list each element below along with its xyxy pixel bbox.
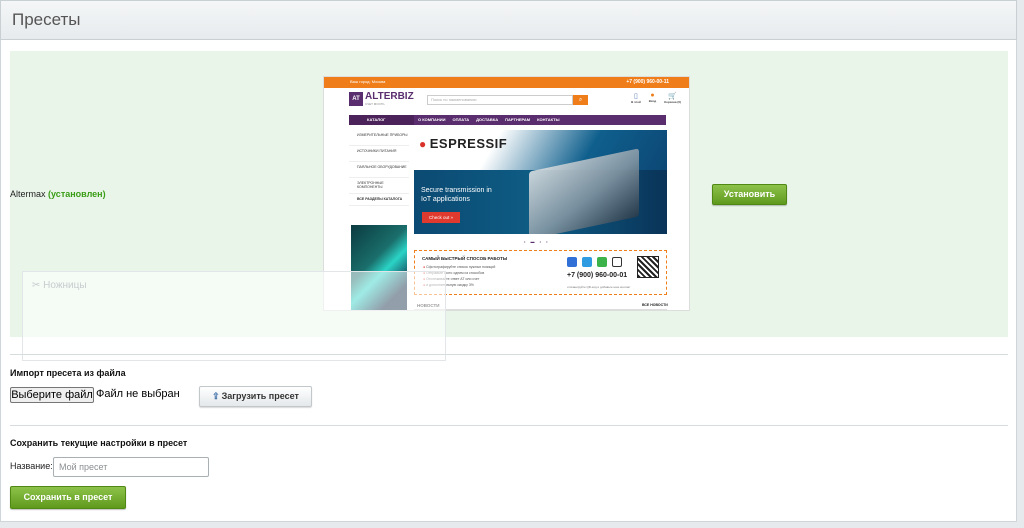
preview-logo-text: ALTERBIZ bbox=[365, 91, 414, 102]
scissors-icon: Ножницы bbox=[32, 280, 86, 291]
title-bar: Пресеты bbox=[0, 0, 1017, 40]
preview-nav-catalog: КАТАЛОГ bbox=[349, 115, 414, 125]
preview-messenger-icon bbox=[567, 257, 577, 267]
preview-qr-code bbox=[637, 256, 659, 278]
preview-sms-icon bbox=[612, 257, 622, 267]
preview-user-icon: ● Вход bbox=[648, 92, 657, 103]
upload-icon: ⇪ bbox=[212, 391, 220, 401]
install-button[interactable]: Установить bbox=[712, 184, 787, 205]
choose-file-button[interactable]: Выберите файл bbox=[10, 387, 94, 403]
preview-search: Поиск по наименованию bbox=[427, 95, 573, 105]
preview-whatsapp-icon bbox=[597, 257, 607, 267]
page-title: Пресеты bbox=[12, 10, 81, 29]
import-section-title: Импорт пресета из файла bbox=[10, 368, 126, 378]
preview-info-box: САМЫЙ БЫСТРЫЙ СПОСОБ РАБОТЫ Сфотографиру… bbox=[414, 250, 667, 295]
preview-region: Ваш город: Москва bbox=[350, 79, 386, 84]
preset-title: Altermax bbox=[10, 189, 46, 199]
preview-banner-cta: Check out » bbox=[422, 212, 460, 223]
preview-slider-dots: • ▬ • • bbox=[524, 239, 550, 244]
save-section-title: Сохранить текущие настройки в пресет bbox=[10, 438, 188, 448]
preview-header-icons: ▯ В этой ● Вход 🛒 Корзина (0) bbox=[631, 92, 681, 104]
preview-telegram-icon bbox=[582, 257, 592, 267]
preset-name-label: Название: bbox=[10, 461, 53, 471]
preview-banner-brand: ESPRESSIF bbox=[419, 136, 507, 151]
divider bbox=[10, 354, 1008, 355]
divider bbox=[10, 425, 1008, 426]
preview-search-icon: ⌕ bbox=[573, 95, 588, 105]
main-panel: Altermax (установлен) Ваш город: Москва … bbox=[0, 40, 1017, 522]
preview-nav-links: О КОМПАНИИ ОПЛАТА ДОСТАВКА ПАРТНЕРАМ КОН… bbox=[418, 117, 560, 122]
upload-preset-button[interactable]: ⇪ Загрузить пресет bbox=[199, 386, 312, 407]
preset-status-badge: (установлен) bbox=[48, 189, 106, 199]
preview-sidebar: ИЗМЕРИТЕЛЬНЫЕ ПРИБОРЫ ИСТОЧНИКИ ПИТАНИЯ … bbox=[349, 130, 409, 206]
preview-nav: КАТАЛОГ О КОМПАНИИ ОПЛАТА ДОСТАВКА ПАРТН… bbox=[324, 115, 689, 125]
preview-phone: +7 (900) 960-00-11 bbox=[626, 79, 669, 85]
preview-logo-sub: СЧЕТ МОСТЬ bbox=[365, 102, 385, 106]
scissors-tool-ghost: Ножницы bbox=[22, 271, 446, 361]
save-preset-button[interactable]: Сохранить в пресет bbox=[10, 486, 126, 509]
preview-logo-icon: AT bbox=[349, 92, 363, 106]
file-status-text: Файл не выбран bbox=[96, 388, 180, 400]
preview-header: AT ALTERBIZ СЧЕТ МОСТЬ Поиск по наименов… bbox=[324, 88, 689, 110]
preview-compare-icon: ▯ В этой bbox=[631, 93, 641, 104]
preview-banner-text: Secure transmission in IoT applications bbox=[421, 187, 492, 203]
preset-name-input[interactable] bbox=[53, 457, 209, 477]
preview-banner: ESPRESSIF Secure transmission in IoT app… bbox=[414, 130, 667, 234]
preview-cart-icon: 🛒 Корзина (0) bbox=[664, 93, 681, 104]
preset-name: Altermax (установлен) bbox=[10, 189, 106, 199]
preview-topbar: Ваш город: Москва +7 (900) 960-00-11 bbox=[324, 77, 689, 88]
